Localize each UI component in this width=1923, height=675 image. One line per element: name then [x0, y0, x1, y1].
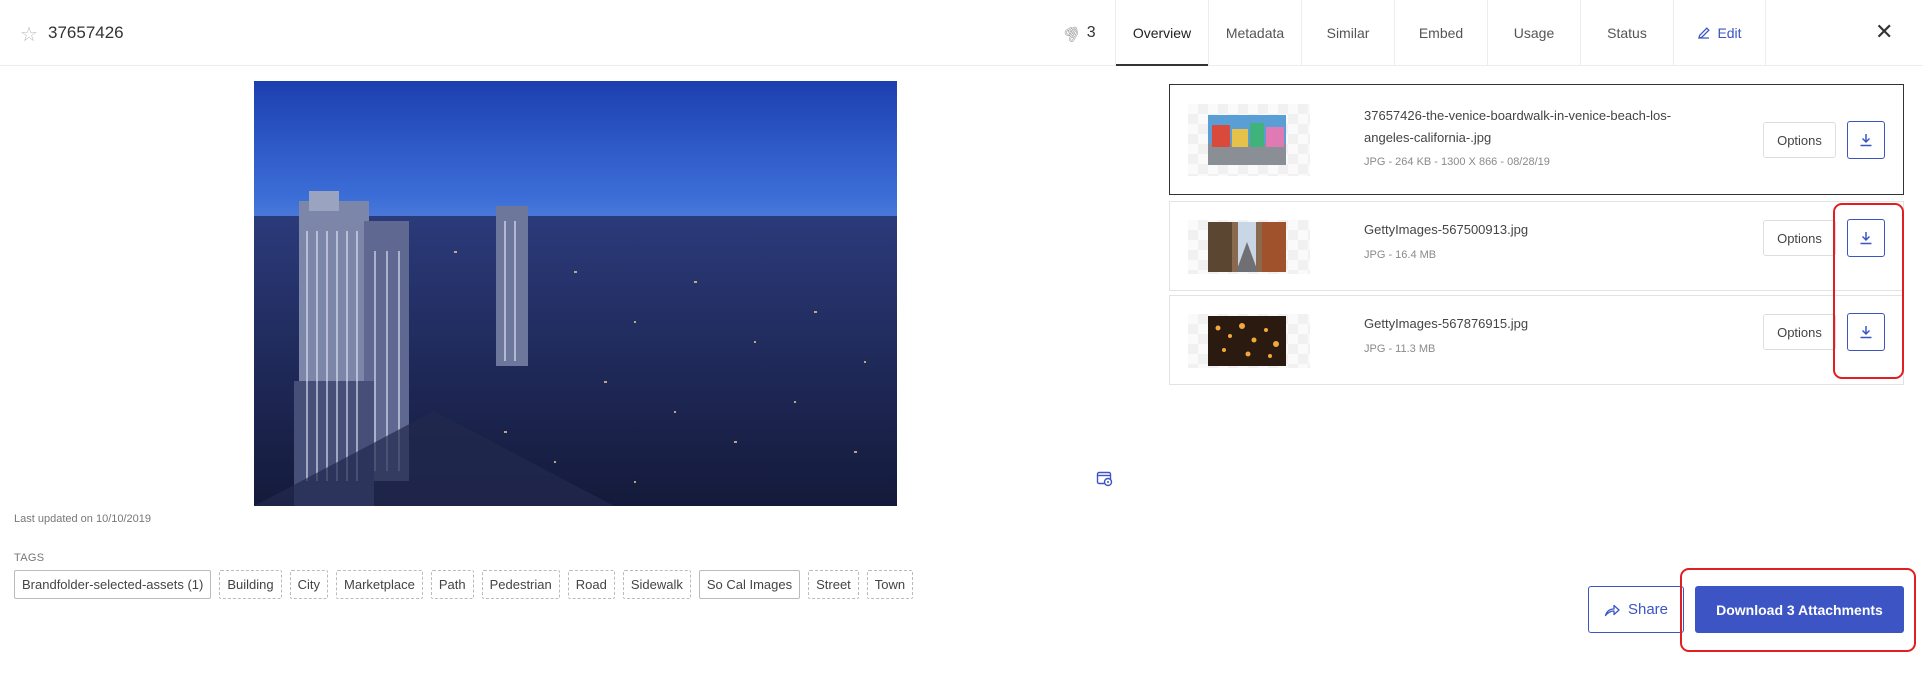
- attachment-meta: JPG - 16.4 MB: [1364, 249, 1437, 261]
- tag-chip[interactable]: Street: [808, 570, 859, 599]
- tab-usage[interactable]: Usage: [1487, 0, 1580, 66]
- attachment-thumbnail: [1208, 316, 1286, 366]
- tags-label: TAGS: [14, 552, 45, 564]
- tag-chip[interactable]: Marketplace: [336, 570, 423, 599]
- tab-similar[interactable]: Similar: [1301, 0, 1394, 66]
- tab-embed[interactable]: Embed: [1394, 0, 1487, 66]
- tag-chip[interactable]: Town: [866, 570, 914, 599]
- last-updated-text: Last updated on 10/10/2019: [14, 513, 152, 525]
- options-button[interactable]: Options: [1763, 220, 1836, 256]
- tab-label: Status: [1607, 25, 1647, 41]
- attachment-meta: JPG - 264 KB - 1300 X 866 - 08/28/19: [1364, 156, 1550, 168]
- download-icon: [1860, 326, 1872, 339]
- close-icon[interactable]: ✕: [1875, 20, 1893, 44]
- options-button[interactable]: Options: [1763, 314, 1836, 350]
- asset-preview-image: [254, 81, 897, 506]
- download-icon: [1860, 134, 1872, 147]
- attachment-row[interactable]: 37657426-the-venice-boardwalk-in-venice-…: [1169, 84, 1904, 195]
- tag-chip[interactable]: City: [289, 570, 329, 599]
- image-settings-icon[interactable]: [1096, 470, 1114, 488]
- tag-chip[interactable]: Building: [219, 570, 282, 599]
- options-button[interactable]: Options: [1763, 122, 1836, 158]
- attachment-filename: 37657426-the-venice-boardwalk-in-venice-…: [1364, 108, 1672, 145]
- attachment-count-value: 3: [1086, 24, 1096, 41]
- tag-chip[interactable]: Brandfolder-selected-assets (1): [14, 570, 212, 599]
- download-button[interactable]: [1847, 313, 1885, 351]
- attachment-list: 37657426-the-venice-boardwalk-in-venice-…: [1169, 84, 1904, 385]
- attachment-meta: JPG - 11.3 MB: [1364, 343, 1436, 355]
- tab-label: Usage: [1513, 25, 1555, 41]
- tab-status[interactable]: Status: [1580, 0, 1673, 66]
- tab-label: Metadata: [1225, 25, 1285, 41]
- download-button[interactable]: [1847, 219, 1885, 257]
- pencil-icon: [1698, 27, 1711, 39]
- tag-chip[interactable]: Sidewalk: [622, 570, 691, 599]
- attachment-row[interactable]: GettyImages-567500913.jpg JPG - 16.4 MB …: [1169, 201, 1904, 291]
- tag-chip[interactable]: Pedestrian: [481, 570, 560, 599]
- attachment-filename: GettyImages-567500913.jpg: [1364, 222, 1529, 237]
- share-arrow-icon: [1604, 604, 1620, 616]
- tab-label: Similar: [1326, 25, 1370, 41]
- star-outline-icon[interactable]: ☆: [20, 22, 38, 47]
- share-button[interactable]: Share: [1588, 586, 1684, 633]
- tag-chip[interactable]: Path: [430, 570, 474, 599]
- download-icon: [1860, 232, 1872, 245]
- share-label: Share: [1627, 601, 1669, 618]
- paperclip-icon: 🖇: [1060, 20, 1085, 45]
- attachment-thumbnail: [1208, 115, 1286, 165]
- tab-edit[interactable]: Edit: [1673, 0, 1766, 66]
- tab-overview[interactable]: Overview: [1115, 0, 1208, 66]
- tab-label: Edit: [1717, 25, 1742, 41]
- tag-chip[interactable]: So Cal Images: [698, 570, 801, 599]
- tab-label: Overview: [1132, 25, 1192, 41]
- attachment-count: 🖇 3: [1060, 21, 1096, 45]
- tag-list: Brandfolder-selected-assets (1) Building…: [14, 570, 914, 599]
- asset-header: ☆ 37657426 🖇 3 Overview Metadata Similar…: [0, 0, 1923, 66]
- tab-metadata[interactable]: Metadata: [1208, 0, 1301, 66]
- asset-id-title: 37657426: [48, 23, 124, 42]
- tab-label: Embed: [1418, 25, 1464, 41]
- tab-bar: Overview Metadata Similar Embed Usage St…: [1115, 0, 1766, 66]
- download-button[interactable]: [1847, 121, 1885, 159]
- attachment-thumbnail: [1208, 222, 1286, 272]
- tag-chip[interactable]: Road: [567, 570, 615, 599]
- download-all-attachments-button[interactable]: Download 3 Attachments: [1695, 586, 1904, 633]
- attachment-row[interactable]: GettyImages-567876915.jpg JPG - 11.3 MB …: [1169, 295, 1904, 385]
- attachment-filename: GettyImages-567876915.jpg: [1364, 316, 1529, 331]
